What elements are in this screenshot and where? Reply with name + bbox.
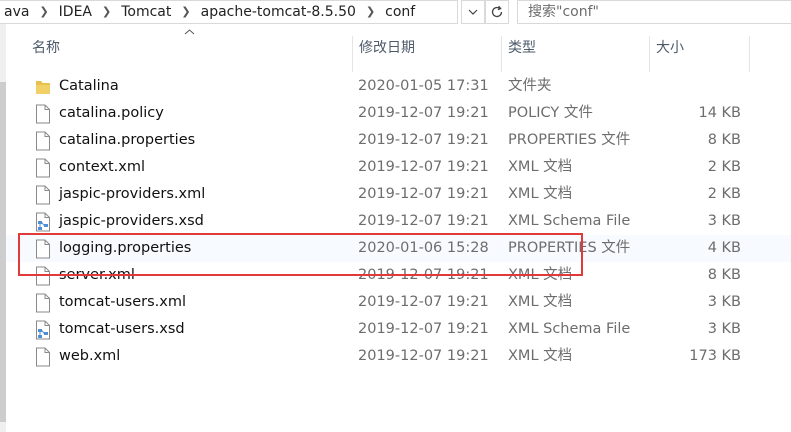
search-input[interactable]: 搜索"conf" <box>517 0 791 24</box>
column-header-name[interactable]: 名称 <box>32 38 60 58</box>
breadcrumb-item-conf[interactable]: conf <box>381 1 419 23</box>
file-name: tomcat-users.xml <box>59 294 186 310</box>
file-type: PROPERTIES 文件 <box>508 132 631 148</box>
xsd-file-icon <box>34 212 52 232</box>
column-header-size[interactable]: 大小 <box>656 38 684 58</box>
column-divider[interactable] <box>749 36 750 72</box>
address-history-button[interactable] <box>461 0 485 24</box>
file-size: 2 KB <box>707 186 741 202</box>
breadcrumb-chevron-icon[interactable]: ❯ <box>175 1 196 23</box>
column-divider[interactable] <box>352 36 353 72</box>
column-header-date[interactable]: 修改日期 <box>359 38 415 58</box>
breadcrumb-chevron-icon[interactable]: ❯ <box>96 1 117 23</box>
file-icon <box>34 131 52 151</box>
chevron-down-icon <box>468 9 478 15</box>
file-name: jaspic-providers.xsd <box>59 213 204 229</box>
refresh-button[interactable] <box>485 0 509 24</box>
column-header-type[interactable]: 类型 <box>508 38 536 58</box>
file-row[interactable]: catalina.policy 2019-12-07 19:21 POLICY 文件… <box>6 100 791 127</box>
file-size: 3 KB <box>707 321 741 337</box>
file-modified-date: 2019-12-07 19:21 <box>358 321 489 337</box>
file-row[interactable]: tomcat-users.xml 2019-12-07 19:21 XML 文档 3 … <box>6 289 791 316</box>
sort-ascending-icon <box>184 29 195 35</box>
file-row[interactable]: catalina.properties 2019-12-07 19:21 PROPE… <box>6 127 791 154</box>
file-name: catalina.properties <box>59 132 196 148</box>
file-size: 3 KB <box>707 213 741 229</box>
file-size: 2 KB <box>707 159 741 175</box>
file-row[interactable]: web.xml 2019-12-07 19:21 XML 文档 173 KB <box>6 343 791 370</box>
file-row[interactable]: logging.properties 2020-01-06 15:28 PROPER… <box>6 235 791 262</box>
file-row[interactable]: jaspic-providers.xsd 2019-12-07 19:21 XML … <box>6 208 791 235</box>
breadcrumb-item-idea[interactable]: IDEA <box>55 1 96 23</box>
file-type: POLICY 文件 <box>508 105 593 121</box>
breadcrumb-item-apache-tomcat[interactable]: apache-tomcat-8.5.50 <box>197 1 360 23</box>
file-size: 8 KB <box>707 267 741 283</box>
file-type: XML 文档 <box>508 186 573 202</box>
file-icon <box>34 158 52 178</box>
file-modified-date: 2020-01-06 15:28 <box>358 240 489 256</box>
file-name: Catalina <box>59 78 119 94</box>
breadcrumb-chevron-icon[interactable]: ❯ <box>33 1 54 23</box>
file-size: 14 KB <box>698 105 741 121</box>
file-name: web.xml <box>59 348 121 364</box>
file-size: 173 KB <box>689 348 741 364</box>
file-name: logging.properties <box>59 240 192 256</box>
file-modified-date: 2020-01-05 17:31 <box>358 78 489 94</box>
folder-icon <box>34 77 52 97</box>
file-size: 3 KB <box>707 294 741 310</box>
breadcrumb-item-tomcat[interactable]: Tomcat <box>117 1 175 23</box>
file-type: PROPERTIES 文件 <box>508 240 631 256</box>
address-bar: ava ❯ IDEA ❯ Tomcat ❯ apache-tomcat-8.5.… <box>0 0 791 24</box>
xsd-file-icon <box>34 320 52 340</box>
column-divider[interactable] <box>649 36 650 72</box>
breadcrumb-chevron-icon[interactable]: ❯ <box>360 1 381 23</box>
breadcrumb-item-ava[interactable]: ava <box>0 1 33 23</box>
file-type: XML 文档 <box>508 348 573 364</box>
file-size: 4 KB <box>707 240 741 256</box>
file-modified-date: 2019-12-07 19:21 <box>358 132 489 148</box>
file-type: 文件夹 <box>508 78 552 94</box>
file-row[interactable]: Catalina 2020-01-05 17:31 文件夹 <box>6 73 791 100</box>
file-icon <box>34 104 52 124</box>
file-icon <box>34 347 52 367</box>
file-type: XML 文档 <box>508 294 573 310</box>
file-modified-date: 2019-12-07 19:21 <box>358 294 489 310</box>
file-modified-date: 2019-12-07 19:21 <box>358 186 489 202</box>
file-name: jaspic-providers.xml <box>59 186 206 202</box>
column-divider[interactable] <box>501 36 502 72</box>
breadcrumb[interactable]: ava ❯ IDEA ❯ Tomcat ❯ apache-tomcat-8.5.… <box>0 0 458 24</box>
file-icon <box>34 185 52 205</box>
file-type: XML 文档 <box>508 159 573 175</box>
file-modified-date: 2019-12-07 19:21 <box>358 267 489 283</box>
file-type: XML Schema File <box>508 213 631 229</box>
file-type: XML Schema File <box>508 321 631 337</box>
file-row[interactable]: tomcat-users.xsd 2019-12-07 19:21 XML Sche… <box>6 316 791 343</box>
file-row[interactable]: jaspic-providers.xml 2019-12-07 19:21 XML … <box>6 181 791 208</box>
file-modified-date: 2019-12-07 19:21 <box>358 348 489 364</box>
file-icon <box>34 266 52 286</box>
file-type: XML 文档 <box>508 267 573 283</box>
file-row[interactable]: server.xml 2019-12-07 19:21 XML 文档 8 KB <box>6 262 791 289</box>
file-icon <box>34 293 52 313</box>
file-size: 8 KB <box>707 132 741 148</box>
file-name: server.xml <box>59 267 135 283</box>
file-modified-date: 2019-12-07 19:21 <box>358 105 489 121</box>
file-modified-date: 2019-12-07 19:21 <box>358 159 489 175</box>
file-name: tomcat-users.xsd <box>59 321 185 337</box>
file-name: context.xml <box>59 159 145 175</box>
file-modified-date: 2019-12-07 19:21 <box>358 213 489 229</box>
file-icon <box>34 239 52 259</box>
file-row[interactable]: context.xml 2019-12-07 19:21 XML 文档 2 KB <box>6 154 791 181</box>
column-header-row: 名称 修改日期 类型 大小 <box>6 24 791 72</box>
refresh-icon <box>491 5 503 18</box>
file-name: catalina.policy <box>59 105 164 121</box>
